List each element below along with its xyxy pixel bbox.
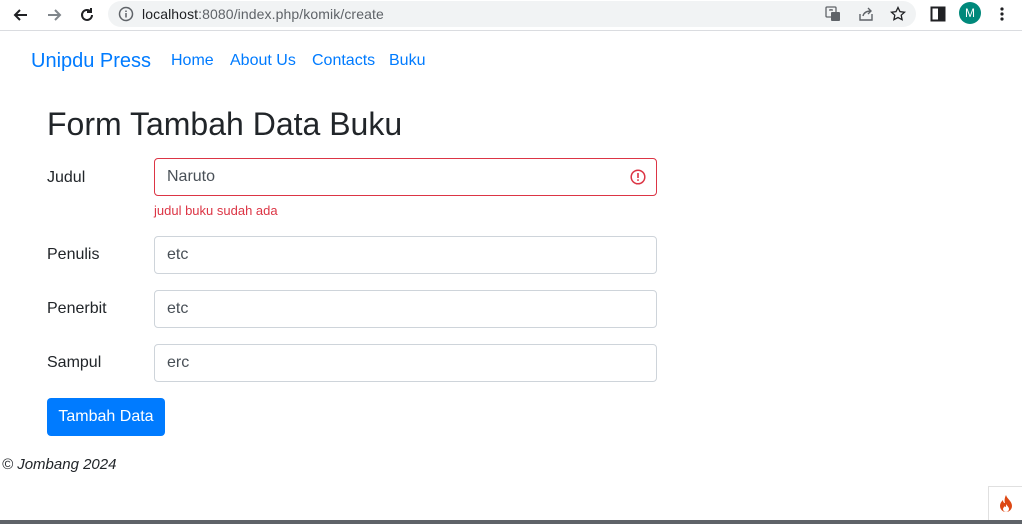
- navbar-brand[interactable]: Unipdu Press: [31, 50, 151, 73]
- penerbit-label: Penerbit: [47, 300, 107, 317]
- nav-link-about-us[interactable]: About Us: [230, 52, 296, 70]
- star-icon: [890, 6, 906, 21]
- translate-icon: [825, 6, 840, 21]
- forward-arrow-icon: [48, 9, 62, 21]
- url-text[interactable]: localhost:8080/index.php/komik/create: [142, 6, 384, 22]
- info-icon[interactable]: [118, 6, 134, 22]
- taskbar-edge: [0, 520, 1022, 524]
- penulis-value: etc: [167, 246, 189, 263]
- reload-button[interactable]: [75, 3, 99, 27]
- nav-link-contacts[interactable]: Contacts: [312, 52, 375, 70]
- url-path: :8080/index.php/komik/create: [198, 6, 384, 22]
- tambah-data-button[interactable]: Tambah Data: [47, 398, 165, 436]
- url-host: localhost: [142, 6, 199, 22]
- nav-link-buku[interactable]: Buku: [389, 52, 425, 70]
- penulis-label: Penulis: [47, 246, 100, 263]
- forward-button[interactable]: [42, 3, 66, 27]
- back-arrow-icon: [13, 9, 27, 21]
- side-panel-button[interactable]: [928, 4, 948, 24]
- bookmark-button[interactable]: [889, 5, 907, 23]
- judul-error-feedback: judul buku sudah ada: [154, 203, 278, 218]
- translate-button[interactable]: [824, 5, 842, 23]
- kebab-menu-icon: [1000, 7, 1004, 21]
- nav-link-home[interactable]: Home: [171, 52, 214, 70]
- page-title: Form Tambah Data Buku: [47, 106, 403, 142]
- footer-text: © Jombang 2024: [2, 456, 117, 473]
- penerbit-value: etc: [167, 300, 189, 317]
- sampul-label: Sampul: [47, 354, 102, 371]
- address-bar[interactable]: localhost:8080/index.php/komik/create: [108, 1, 916, 27]
- penerbit-input[interactable]: etc: [154, 290, 657, 328]
- judul-label: Judul: [47, 169, 86, 186]
- reload-icon: [81, 8, 93, 21]
- debug-toolbar-toggle[interactable]: [988, 486, 1022, 522]
- flame-icon: [999, 495, 1012, 512]
- site-navbar: Unipdu Press Home About Us Contacts Buku: [0, 31, 1022, 91]
- share-icon: [859, 7, 873, 21]
- share-button[interactable]: [857, 5, 875, 23]
- sampul-value: erc: [167, 354, 190, 371]
- sampul-input[interactable]: erc: [154, 344, 657, 382]
- side-panel-icon: [930, 6, 946, 22]
- browser-toolbar: localhost:8080/index.php/komik/create M: [0, 0, 1022, 31]
- profile-avatar[interactable]: M: [959, 2, 981, 24]
- error-icon: [630, 169, 646, 185]
- back-button[interactable]: [9, 3, 33, 27]
- browser-menu-button[interactable]: [992, 4, 1012, 24]
- penulis-input[interactable]: etc: [154, 236, 657, 274]
- judul-input[interactable]: Naruto: [154, 158, 657, 196]
- judul-value: Naruto: [167, 168, 216, 185]
